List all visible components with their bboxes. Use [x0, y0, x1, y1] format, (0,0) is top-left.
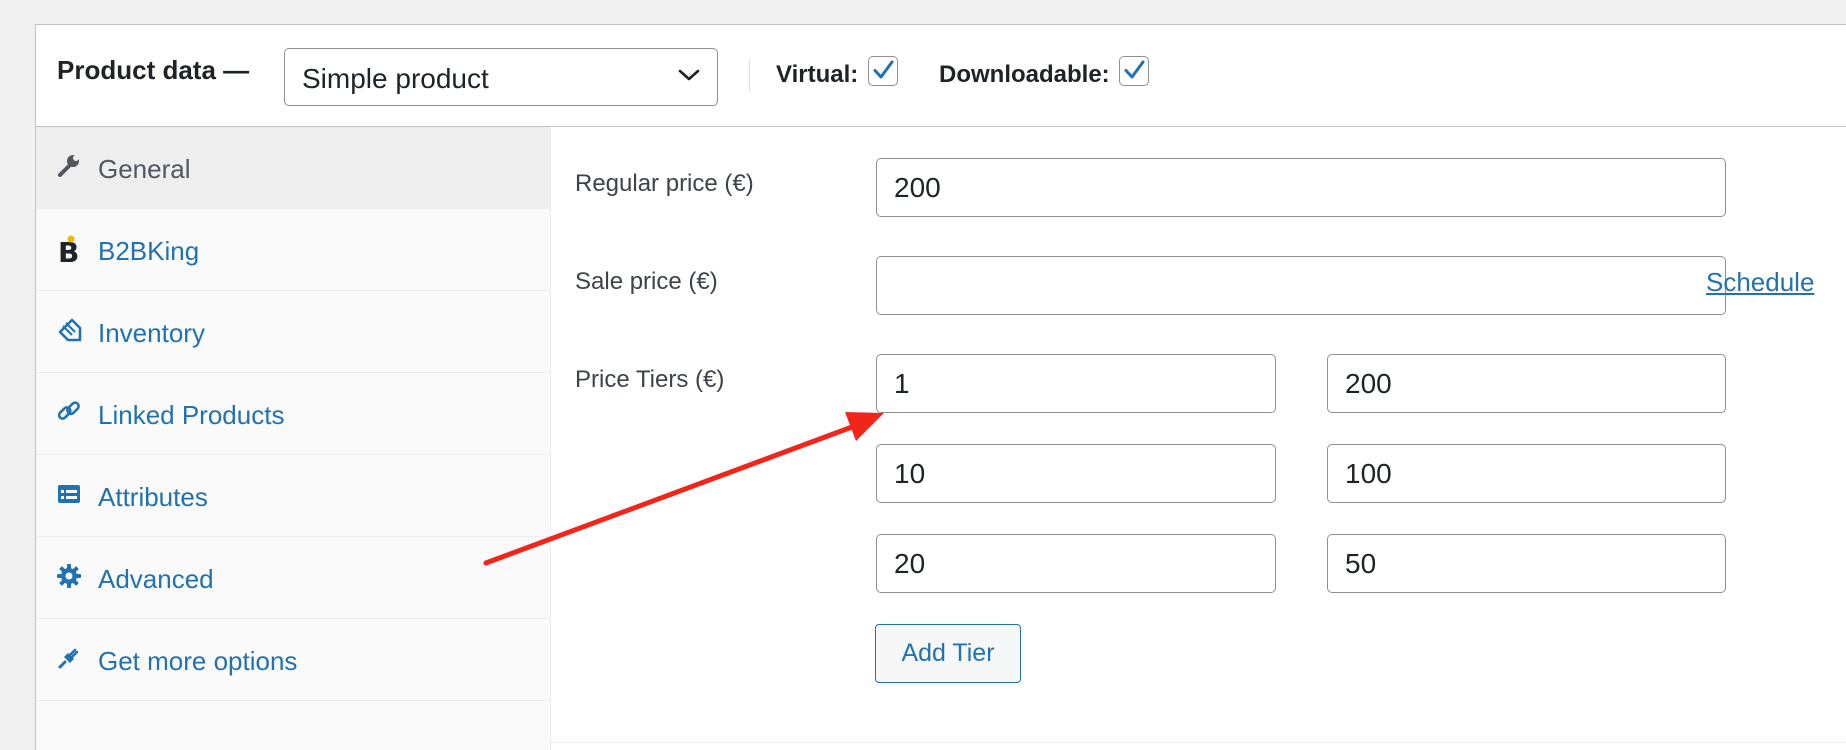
- tab-label: B2BKing: [98, 236, 200, 266]
- tier-price-input[interactable]: [1327, 534, 1726, 593]
- tab-label: Inventory: [98, 318, 205, 348]
- price-tiers-label: Price Tiers (€): [575, 366, 725, 393]
- tag-icon: [56, 317, 82, 343]
- tier-quantity-input[interactable]: [876, 534, 1276, 593]
- checkmark-icon: [873, 60, 894, 79]
- tab-attributes[interactable]: Attributes: [36, 455, 551, 537]
- tab-advanced[interactable]: Advanced: [36, 537, 551, 619]
- section-divider: [550, 742, 1846, 743]
- list-table-icon: [56, 481, 82, 507]
- downloadable-checkbox[interactable]: [1119, 56, 1149, 86]
- tier-quantity-input[interactable]: [876, 354, 1276, 413]
- tab-inventory[interactable]: Inventory: [36, 291, 551, 373]
- product-data-header: Product data — Simple product Virtual: D…: [36, 25, 1846, 127]
- checkmark-icon: [1124, 60, 1145, 79]
- tab-get-more-options[interactable]: Get more options: [36, 619, 551, 701]
- header-separator: [749, 59, 750, 91]
- tab-general[interactable]: General: [36, 127, 551, 209]
- tab-label: Advanced: [98, 564, 214, 594]
- link-icon: [56, 399, 82, 425]
- virtual-checkbox[interactable]: [868, 56, 898, 86]
- wrench-icon: [56, 153, 82, 179]
- tab-b2bking[interactable]: B B2BKing: [36, 209, 551, 291]
- regular-price-input[interactable]: [876, 158, 1726, 217]
- schedule-link[interactable]: Schedule: [1706, 267, 1814, 298]
- gear-icon: [56, 563, 82, 589]
- virtual-label: Virtual:: [776, 61, 859, 88]
- downloadable-label: Downloadable:: [939, 61, 1110, 88]
- b2bking-logo-icon: B: [56, 235, 82, 269]
- panel-title: Product data —: [57, 55, 250, 85]
- plugin-icon: [56, 645, 82, 671]
- tab-linked-products[interactable]: Linked Products: [36, 373, 551, 455]
- regular-price-label: Regular price (€): [575, 170, 754, 197]
- sale-price-label: Sale price (€): [575, 268, 718, 295]
- product-type-value: Simple product: [302, 63, 489, 94]
- sale-price-input[interactable]: [876, 256, 1726, 315]
- tab-label: Attributes: [98, 482, 208, 512]
- chevron-down-icon: [677, 67, 701, 88]
- tier-quantity-input[interactable]: [876, 444, 1276, 503]
- add-tier-button[interactable]: Add Tier: [875, 624, 1021, 683]
- tab-label: General: [98, 154, 191, 184]
- product-data-tabs: General B B2BKing Inventory Linked Produ…: [36, 127, 551, 750]
- tier-price-input[interactable]: [1327, 354, 1726, 413]
- tab-label: Linked Products: [98, 400, 285, 430]
- tab-label: Get more options: [98, 646, 298, 676]
- product-type-select[interactable]: Simple product: [284, 48, 718, 106]
- tier-price-input[interactable]: [1327, 444, 1726, 503]
